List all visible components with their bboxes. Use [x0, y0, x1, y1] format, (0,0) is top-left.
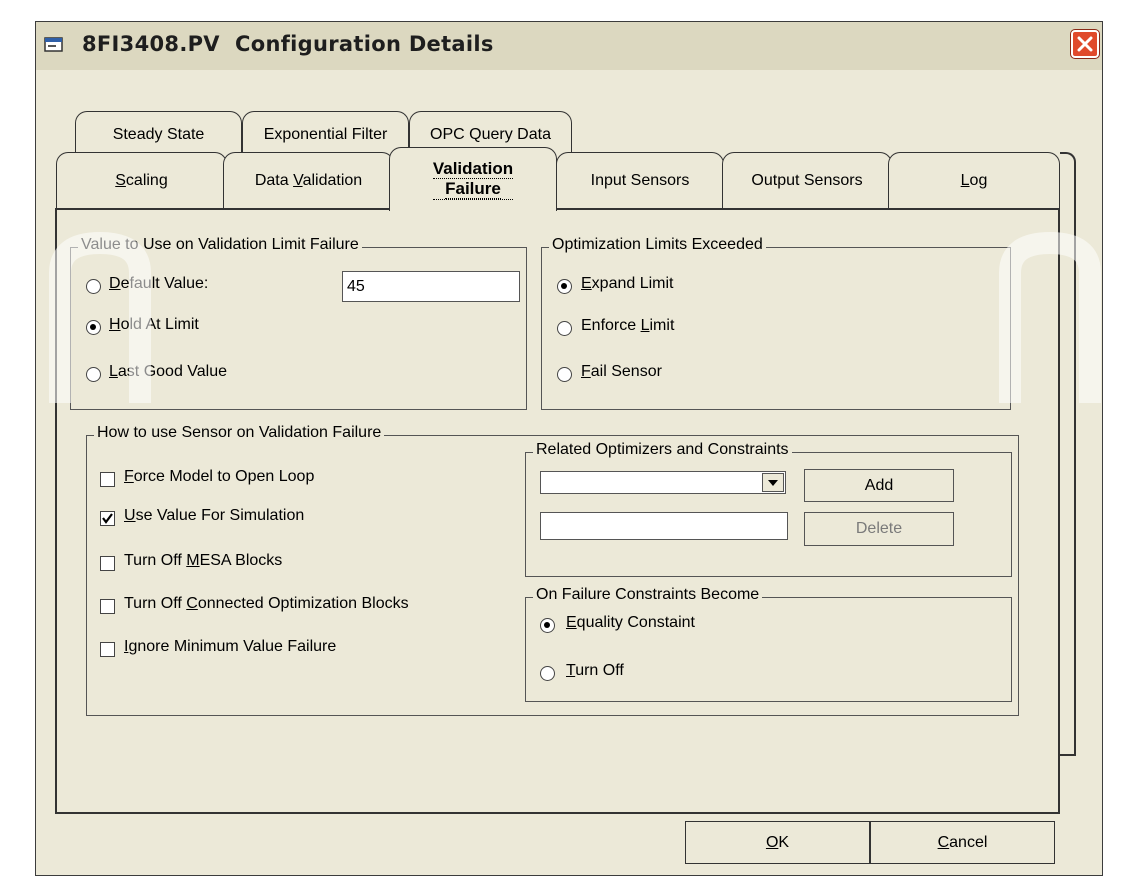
tab-label: Log — [960, 172, 988, 189]
tab-data-validation[interactable]: Data Validation — [223, 152, 394, 209]
group-title: Optimization Limits Exceeded — [549, 236, 766, 254]
close-icon — [1077, 36, 1093, 52]
combo-dropdown-icon[interactable] — [762, 473, 784, 492]
tab-label: Validation Failure — [432, 159, 514, 200]
tab-exponential-filter[interactable]: Exponential Filter — [242, 111, 409, 157]
checkmark-icon — [102, 513, 113, 524]
tab-steady-state[interactable]: Steady State — [75, 111, 242, 157]
ok-label: OK — [765, 833, 790, 851]
tab-label: Steady State — [112, 125, 205, 143]
optimizer-combo[interactable] — [540, 471, 786, 494]
group-title: On Failure Constraints Become — [533, 586, 763, 604]
tab-scaling[interactable]: Scaling — [56, 152, 227, 209]
constraint-text-input[interactable] — [540, 512, 788, 540]
add-button[interactable]: Add — [804, 469, 954, 502]
delete-button[interactable]: Delete — [804, 512, 954, 546]
checkbox-turn-off-mesa[interactable] — [100, 556, 115, 571]
radio-label-equality-constraint: Equality Constaint — [566, 614, 695, 631]
radio-hold-at-limit[interactable] — [86, 320, 101, 335]
radio-label-enforce-limit: Enforce Limit — [581, 317, 675, 334]
checkbox-label-turn-off-mesa: Turn Off MESA Blocks — [124, 552, 283, 569]
radio-label-hold-at-limit: Hold At Limit — [109, 316, 199, 333]
tab-label: OPC Query Data — [430, 125, 551, 143]
close-button[interactable] — [1071, 30, 1099, 58]
checkbox-label-ignore-min-value: Ignore Minimum Value Failure — [124, 638, 337, 655]
radio-last-good-value[interactable] — [86, 367, 101, 382]
tab-input-sensors[interactable]: Input Sensors — [556, 152, 724, 209]
radio-label-turn-off: Turn Off — [566, 662, 624, 679]
window-title: 8FI3408.PV Configuration Details — [82, 32, 494, 56]
tab-output-sensors[interactable]: Output Sensors — [722, 152, 892, 209]
group-title: How to use Sensor on Validation Failure — [94, 424, 385, 442]
ok-button[interactable]: OK — [685, 821, 870, 864]
tab-log[interactable]: Log — [888, 152, 1060, 209]
radio-default-value[interactable] — [86, 279, 101, 294]
tab-panel-back-edge — [1060, 152, 1076, 756]
radio-turn-off[interactable] — [540, 666, 555, 681]
radio-label-default-value: Default Value: — [109, 275, 209, 292]
tab-label: Exponential Filter — [263, 125, 388, 143]
radio-fail-sensor[interactable] — [557, 367, 572, 382]
cancel-label: Cancel — [937, 833, 988, 851]
radio-expand-limit[interactable] — [557, 279, 572, 294]
radio-equality-constraint[interactable] — [540, 618, 555, 633]
tab-label: Scaling — [115, 172, 168, 189]
tab-label: Data Validation — [254, 172, 363, 189]
checkbox-label-force-open-loop: Force Model to Open Loop — [124, 468, 315, 485]
group-title: Value to Use on Validation Limit Failure — [78, 236, 362, 254]
checkbox-label-turn-off-connected-opt: Turn Off Connected Optimization Blocks — [124, 595, 409, 612]
tab-validation-failure[interactable]: Validation Failure — [389, 147, 557, 211]
on-failure-constraints-group: On Failure Constraints Become — [525, 586, 1012, 702]
group-title: Related Optimizers and Constraints — [533, 441, 792, 459]
radio-enforce-limit[interactable] — [557, 321, 572, 336]
tab-label: Output Sensors — [751, 172, 863, 189]
radio-label-last-good-value: Last Good Value — [109, 363, 228, 380]
radio-label-expand-limit: Expand Limit — [581, 275, 674, 292]
default-value-input[interactable] — [342, 271, 520, 302]
checkbox-label-use-value-simulation: Use Value For Simulation — [124, 507, 305, 524]
tab-label: Input Sensors — [590, 172, 690, 189]
checkbox-ignore-min-value[interactable] — [100, 642, 115, 657]
checkbox-turn-off-connected-opt[interactable] — [100, 599, 115, 614]
checkbox-use-value-simulation[interactable] — [100, 511, 115, 526]
radio-label-fail-sensor: Fail Sensor — [581, 363, 662, 380]
cancel-button[interactable]: Cancel — [870, 821, 1055, 864]
active-tab-joint — [391, 206, 555, 212]
checkbox-force-open-loop[interactable] — [100, 472, 115, 487]
app-icon — [44, 36, 64, 54]
